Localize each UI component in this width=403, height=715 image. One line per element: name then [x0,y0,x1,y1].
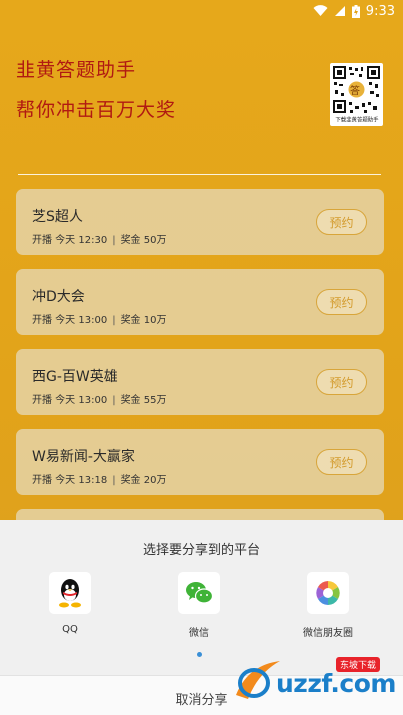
qr-caption: 下载韭黄答题助手 [335,116,379,124]
watermark-logo: uzzf.com 东坡下载 [228,655,398,707]
page-indicator-dot [197,652,202,657]
watermark-text: uzzf.com [276,669,396,698]
qr-code[interactable]: 答 下载韭黄答题助手 [330,63,383,126]
game-prize: 奖金 10万 [120,315,167,326]
app-screen: 9:33 韭黄答题助手 帮你冲击百万大奖 答 下载韭黄答题助手 芝S超人 开播 … [0,0,403,715]
moments-icon[interactable] [307,572,349,614]
game-name: W易新闻-大赢家 [32,449,135,465]
share-sheet-title: 选择要分享到的平台 [142,543,260,558]
game-meta: 开播 今天 13:00 | 奖金 10万 [32,311,166,326]
share-moments[interactable]: 微信朋友圈 [288,572,368,639]
game-card[interactable]: W易新闻-大赢家 开播 今天 13:18 | 奖金 20万 预约 [16,429,384,495]
reserve-button[interactable]: 预约 [316,369,367,395]
qr-center-label: 答 [350,86,360,97]
qq-icon[interactable] [49,572,91,614]
game-name: 芝S超人 [32,209,83,225]
game-prize: 奖金 20万 [120,475,167,486]
share-wechat-label: 微信 [189,628,209,639]
reserve-button[interactable]: 预约 [316,209,367,235]
share-qq-label: QQ [62,624,78,635]
signal-icon [334,5,346,17]
game-time: 开播 今天 13:00 [32,315,108,326]
share-moments-label: 微信朋友圈 [303,628,353,639]
game-card[interactable]: 西G-百W英雄 开播 今天 13:00 | 奖金 55万 预约 [16,349,384,415]
game-name: 冲D大会 [32,289,85,305]
reserve-button[interactable]: 预约 [316,449,367,475]
meta-separator: | [112,395,116,406]
game-prize: 奖金 55万 [120,395,167,406]
game-card[interactable]: 芝S超人 开播 今天 12:30 | 奖金 50万 预约 [16,189,384,255]
app-slogan: 帮你冲击百万大奖 [16,99,177,121]
wechat-icon[interactable] [178,572,220,614]
share-wechat[interactable]: 微信 [159,572,239,639]
qr-code-pattern: 答 [333,66,380,113]
game-meta: 开播 今天 12:30 | 奖金 50万 [32,231,166,246]
game-time: 开播 今天 13:18 [32,475,108,486]
meta-separator: | [112,475,116,486]
watermark-badge: 东坡下载 [336,657,381,672]
meta-separator: | [112,315,116,326]
battery-charging-icon [351,4,360,18]
game-time: 开播 今天 13:00 [32,395,108,406]
game-card[interactable]: 冲D大会 开播 今天 13:00 | 奖金 10万 预约 [16,269,384,335]
status-bar: 9:33 [0,0,403,22]
reserve-button[interactable]: 预约 [316,289,367,315]
app-title: 韭黄答题助手 [16,59,137,81]
game-meta: 开播 今天 13:00 | 奖金 55万 [32,391,166,406]
header-divider [18,174,381,175]
game-meta: 开播 今天 13:18 | 奖金 20万 [32,471,166,486]
share-qq[interactable]: QQ [30,572,110,635]
game-name: 西G-百W英雄 [32,369,118,385]
wifi-icon [313,5,328,17]
meta-separator: | [112,235,116,246]
status-time: 9:33 [365,3,395,19]
game-time: 开播 今天 12:30 [32,235,108,246]
game-prize: 奖金 50万 [120,235,167,246]
